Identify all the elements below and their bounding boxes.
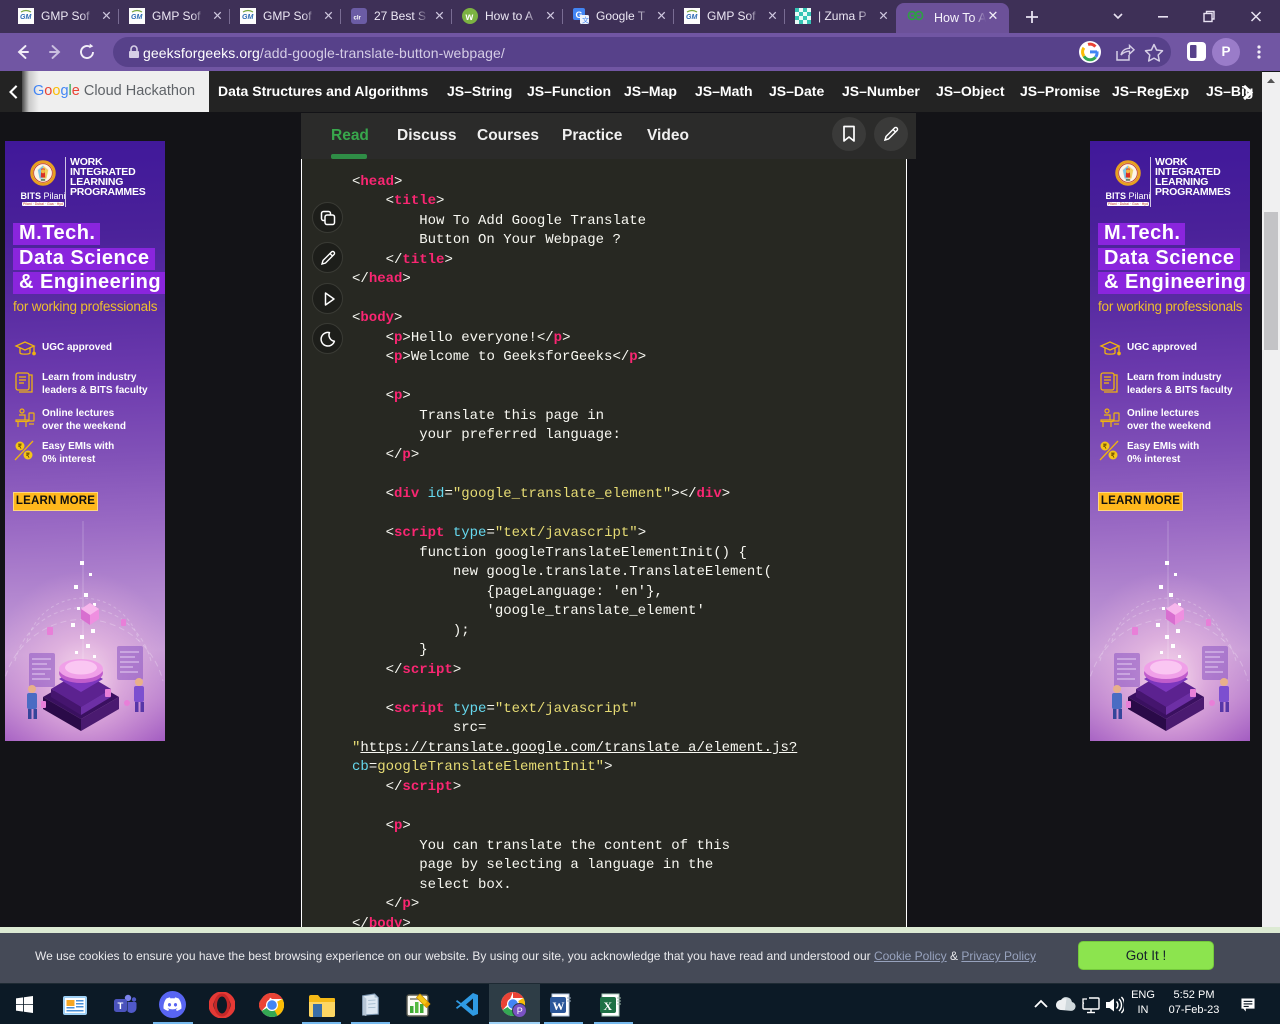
svg-text:GM: GM bbox=[242, 14, 253, 21]
svg-text:文: 文 bbox=[582, 16, 589, 25]
svg-text:GM: GM bbox=[20, 14, 31, 21]
svg-text:X: X bbox=[604, 999, 613, 1013]
svg-text:clr: clr bbox=[354, 16, 362, 22]
svg-text:P: P bbox=[517, 1006, 523, 1016]
svg-text:w: w bbox=[465, 12, 474, 23]
svg-text:GM: GM bbox=[686, 14, 697, 21]
svg-text:GM: GM bbox=[131, 14, 142, 21]
svg-text:T: T bbox=[118, 1001, 124, 1012]
svg-text:W: W bbox=[553, 999, 565, 1013]
